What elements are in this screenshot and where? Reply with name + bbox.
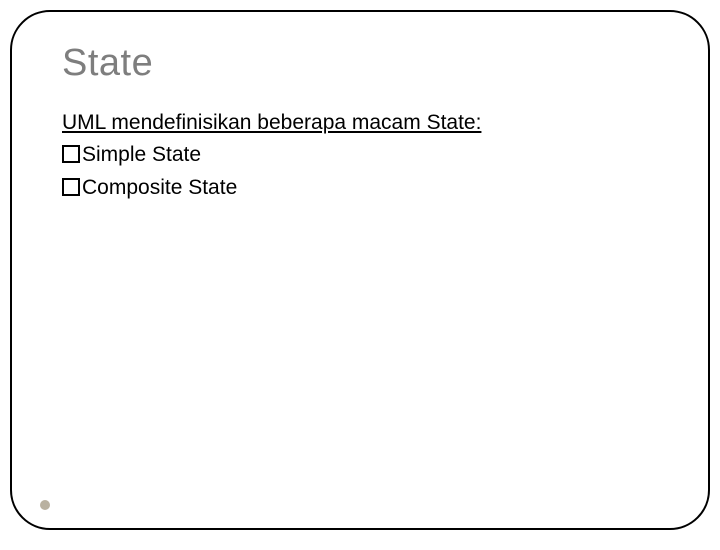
slide-title: State [62,42,658,85]
checkbox-icon [62,178,80,196]
page-indicator-icon [40,500,50,510]
bullet-label: Simple State [82,141,201,169]
intro-text: UML mendefinisikan beberapa macam State: [62,109,658,137]
bullet-label: Composite State [82,174,237,202]
bullet-item: Simple State [62,141,658,169]
bullet-item: Composite State [62,174,658,202]
slide-frame: State UML mendefinisikan beberapa macam … [10,10,710,530]
checkbox-icon [62,145,80,163]
